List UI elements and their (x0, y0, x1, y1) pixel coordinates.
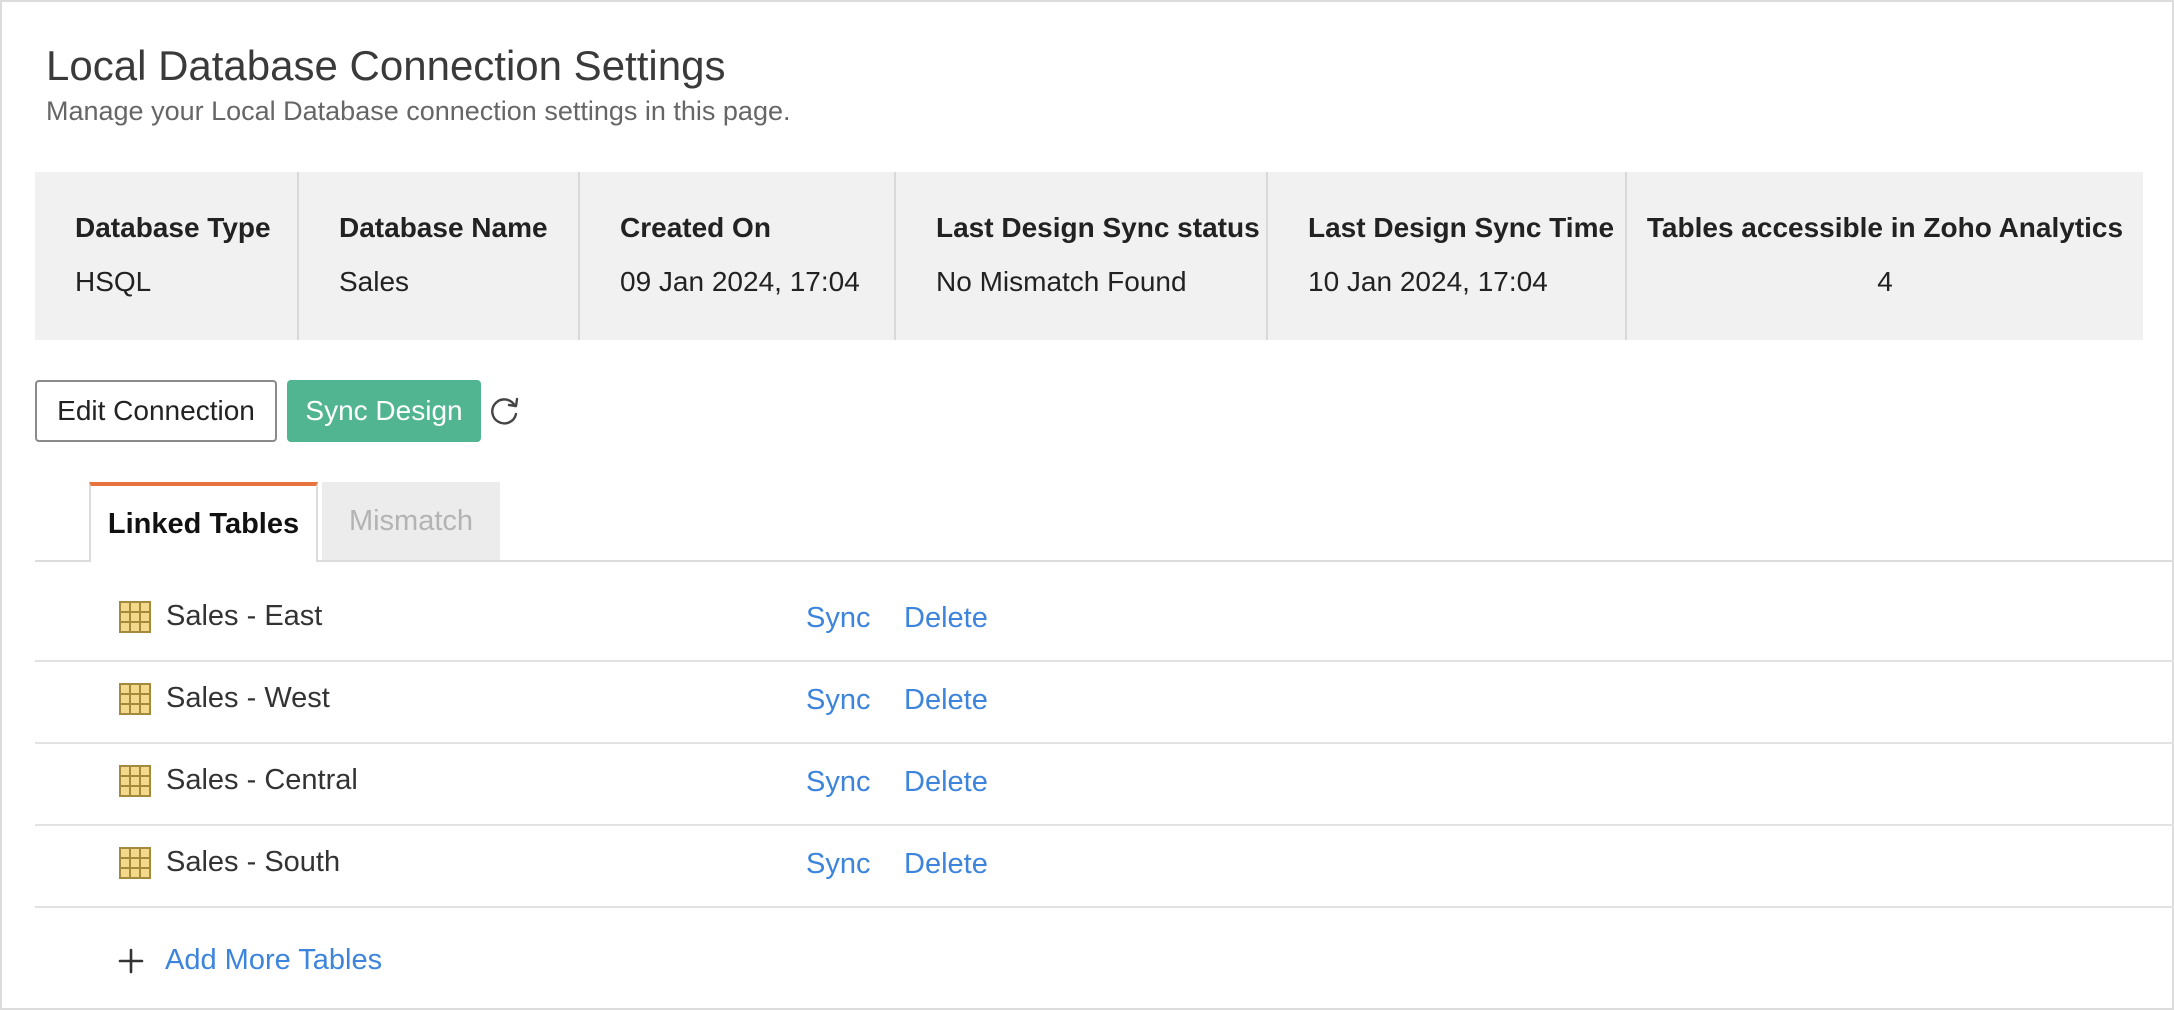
info-created-on: Created On 09 Jan 2024, 17:04 (580, 172, 896, 340)
sync-link[interactable]: Sync (806, 602, 870, 635)
table-icon (119, 847, 151, 879)
sync-design-button[interactable]: Sync Design (287, 380, 481, 442)
table-icon (119, 601, 151, 633)
table-row: Sales - Central Sync Delete (35, 744, 2174, 826)
info-label: Tables accessible in Zoho Analytics (1646, 212, 2124, 243)
page-title: Local Database Connection Settings (46, 42, 726, 89)
info-value: No Mismatch Found (936, 266, 1187, 297)
info-database-type: Database Type HSQL (35, 172, 299, 340)
info-label: Last Design Sync status (936, 212, 1260, 243)
info-sync-time: Last Design Sync Time 10 Jan 2024, 17:04 (1268, 172, 1627, 340)
add-more-tables-link[interactable]: Add More Tables (117, 944, 382, 977)
tab-linked-tables[interactable]: Linked Tables (89, 482, 318, 562)
delete-link[interactable]: Delete (904, 684, 988, 717)
table-row: Sales - West Sync Delete (35, 662, 2174, 744)
info-value: 09 Jan 2024, 17:04 (620, 266, 860, 297)
table-icon (119, 683, 151, 715)
info-sync-status: Last Design Sync status No Mismatch Foun… (896, 172, 1268, 340)
tab-mismatch[interactable]: Mismatch (322, 482, 500, 560)
sync-link[interactable]: Sync (806, 766, 870, 799)
table-name: Sales - East (166, 600, 323, 632)
table-name: Sales - Central (166, 764, 358, 796)
info-label: Database Name (339, 212, 548, 243)
sync-link[interactable]: Sync (806, 684, 870, 717)
plus-icon (118, 948, 144, 973)
info-value: 10 Jan 2024, 17:04 (1308, 266, 1548, 297)
info-label: Created On (620, 212, 771, 243)
info-value: Sales (339, 266, 410, 297)
delete-link[interactable]: Delete (904, 848, 988, 881)
table-row: Sales - South Sync Delete (35, 826, 2174, 908)
edit-connection-button[interactable]: Edit Connection (35, 380, 277, 442)
delete-link[interactable]: Delete (904, 602, 988, 635)
info-value: HSQL (75, 266, 152, 297)
refresh-icon[interactable] (488, 394, 522, 428)
info-value: 4 (1877, 266, 1893, 297)
connection-settings-page: Local Database Connection Settings Manag… (0, 0, 2174, 1010)
connection-info-bar: Database Type HSQL Database Name Sales C… (35, 172, 2143, 340)
info-label: Database Type (75, 212, 271, 243)
table-name: Sales - South (166, 846, 341, 878)
tabs-divider (35, 560, 2174, 562)
add-more-tables-label: Add More Tables (165, 944, 383, 976)
delete-link[interactable]: Delete (904, 766, 988, 799)
table-name: Sales - West (166, 682, 330, 714)
table-icon (119, 765, 151, 797)
table-row: Sales - East Sync Delete (35, 580, 2174, 662)
page-subtitle: Manage your Local Database connection se… (46, 96, 791, 126)
sync-link[interactable]: Sync (806, 848, 870, 881)
info-tables-accessible: Tables accessible in Zoho Analytics 4 (1627, 172, 2143, 340)
info-database-name: Database Name Sales (299, 172, 580, 340)
info-label: Last Design Sync Time (1308, 212, 1615, 243)
